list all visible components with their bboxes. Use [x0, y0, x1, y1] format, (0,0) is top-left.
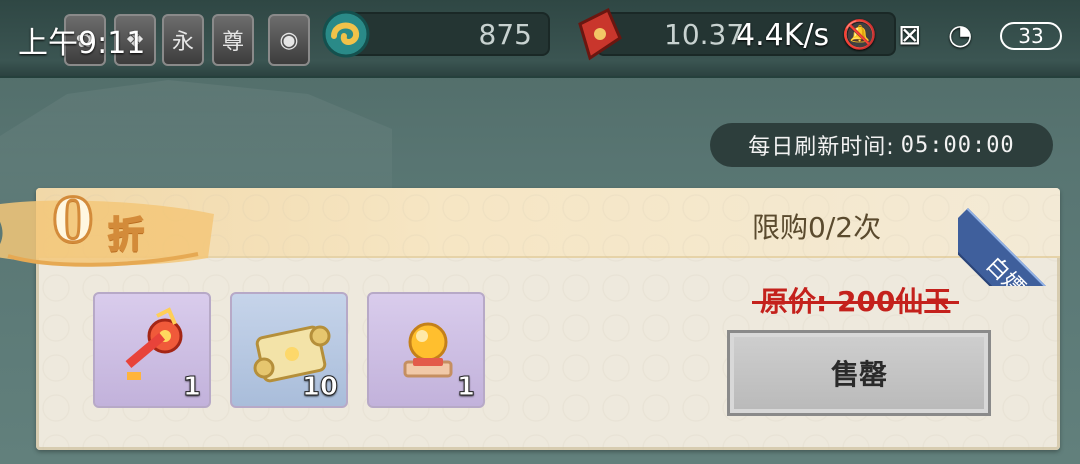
- network-speed: 4.4K/s: [736, 18, 830, 53]
- item-count: 1: [456, 372, 475, 403]
- discount-number: 0: [51, 185, 96, 258]
- top-resource-bar: ✿ ❖ 永 尊 ◉ 875 10.37 上午9:11 4.4K/s 🔕 ⊠ ◔ …: [0, 0, 1080, 78]
- discount-unit: 折: [107, 214, 145, 257]
- status-time: 上午9:11: [18, 26, 146, 61]
- token-badge-icon[interactable]: ◉: [268, 14, 310, 66]
- sim-off-icon: ⊠: [898, 18, 922, 51]
- badge-zun[interactable]: 尊: [212, 14, 254, 66]
- original-price: 原价: 200仙玉: [751, 280, 960, 320]
- sold-out-button[interactable]: 售罄: [727, 330, 991, 416]
- wifi-icon: ◔: [948, 18, 973, 51]
- badge-yong[interactable]: 永: [162, 14, 204, 66]
- reward-item-scroll[interactable]: 10: [230, 292, 348, 408]
- daily-refresh-time: 每日刷新时间: 05:00:00: [710, 123, 1053, 167]
- mute-bell-icon: 🔕: [842, 18, 877, 51]
- item-count: 1: [182, 372, 201, 403]
- reward-item-key[interactable]: 1: [93, 292, 211, 408]
- battery-indicator: 33: [1000, 22, 1062, 50]
- purchase-limit: 限购0/2次: [752, 211, 882, 244]
- reward-item-orb[interactable]: 1: [367, 292, 485, 408]
- spirit-swirl-icon: [322, 10, 370, 58]
- red-jade-icon: [578, 7, 622, 61]
- free-tag-label: 白嫖: [958, 208, 1058, 286]
- free-corner-tag: 白嫖: [958, 186, 1058, 286]
- item-count: 10: [301, 372, 338, 403]
